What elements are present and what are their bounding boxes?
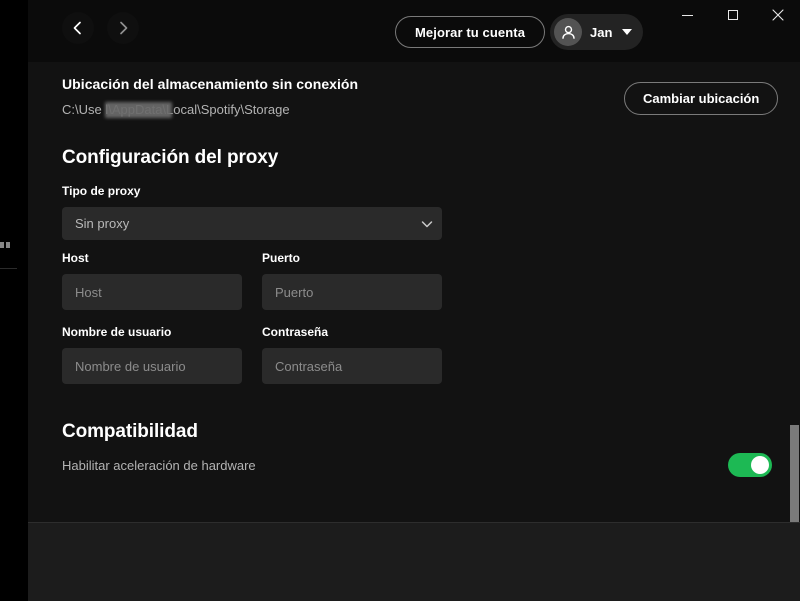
maximize-icon <box>728 10 738 20</box>
password-input[interactable] <box>262 348 442 384</box>
close-icon <box>772 9 784 21</box>
hardware-acceleration-toggle[interactable] <box>728 453 772 477</box>
player-bar-area <box>28 523 800 601</box>
chevron-left-icon <box>70 20 86 36</box>
proxy-section-heading: Configuración del proxy <box>62 147 278 169</box>
host-label: Host <box>62 251 89 265</box>
profile-menu-button[interactable]: Jan <box>550 14 643 50</box>
back-button[interactable] <box>62 12 94 44</box>
port-input[interactable] <box>262 274 442 310</box>
toggle-knob <box>751 456 769 474</box>
change-location-button[interactable]: Cambiar ubicación <box>624 82 778 115</box>
minimize-button[interactable] <box>665 0 710 30</box>
forward-button[interactable] <box>107 12 139 44</box>
proxy-type-label: Tipo de proxy <box>62 184 140 198</box>
maximize-button[interactable] <box>710 0 755 30</box>
content-scrollbar-thumb[interactable] <box>790 425 799 522</box>
top-bar: Mejorar tu cuenta Jan <box>28 0 800 62</box>
redacted-username-overlay <box>105 102 172 118</box>
window-controls <box>665 0 800 30</box>
host-input[interactable] <box>62 274 242 310</box>
proxy-type-select[interactable]: Sin proxy <box>62 207 442 240</box>
port-label: Puerto <box>262 251 300 265</box>
storage-path-text: C:\Use l\AppData\Local\Spotify\Storage <box>62 102 290 117</box>
user-avatar-icon <box>554 18 582 46</box>
chevron-right-icon <box>115 20 131 36</box>
upgrade-account-button[interactable]: Mejorar tu cuenta <box>395 16 545 48</box>
compatibility-section-heading: Compatibilidad <box>62 421 198 443</box>
sidebar-partial-item <box>0 241 16 248</box>
close-button[interactable] <box>755 0 800 30</box>
spotify-settings-window: Mejorar tu cuenta Jan <box>0 0 800 601</box>
caret-down-icon <box>622 29 632 35</box>
username-label: Nombre de usuario <box>62 325 171 339</box>
minimize-icon <box>682 15 693 16</box>
content-scrollbar-track[interactable] <box>789 62 800 522</box>
sidebar-divider <box>0 268 17 269</box>
profile-name-label: Jan <box>590 25 612 40</box>
left-sidebar-rail <box>0 0 28 601</box>
hardware-acceleration-label: Habilitar aceleración de hardware <box>62 458 256 473</box>
password-label: Contraseña <box>262 325 328 339</box>
settings-content-panel: Ubicación del almacenamiento sin conexió… <box>28 62 800 522</box>
username-input[interactable] <box>62 348 242 384</box>
